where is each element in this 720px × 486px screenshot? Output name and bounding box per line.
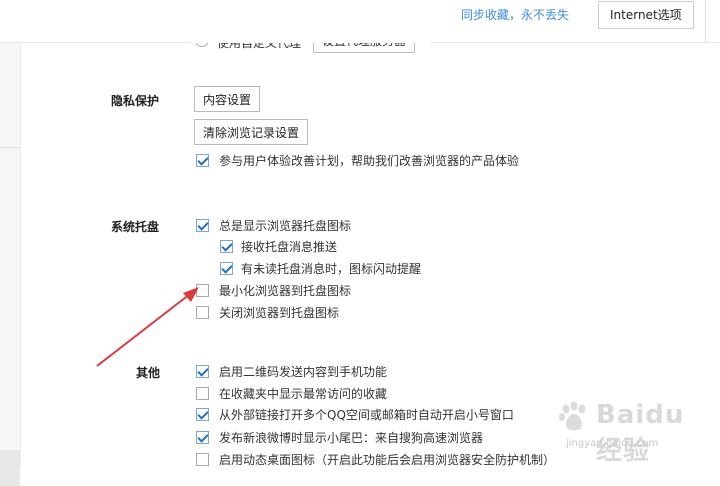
alt-account-row[interactable]: 从外部链接打开多个QQ空间或邮箱时自动开启小号窗口 [196,406,514,422]
watermark-text: Baidu 经验 [596,400,685,466]
scroll-clip [190,29,430,43]
alt-account-checkbox[interactable] [196,407,209,421]
tray-close-checkbox[interactable] [196,305,209,319]
qrcode-row[interactable]: 启用二维码发送内容到手机功能 [196,363,387,379]
dynamic-icon-label: 启用动态桌面图标（开启此功能后会启用浏览器安全防护机制） [219,452,556,467]
weibo-tail-row[interactable]: 发布新浪微博时显示小尾巴：来自搜狗高速浏览器 [196,429,483,445]
frequent-favorites-row[interactable]: 在收藏夹中显示最常访问的收藏 [196,385,387,401]
tray-blink-label: 有未读托盘消息时，图标闪动提醒 [241,261,422,276]
tray-close-label: 关闭浏览器到托盘图标 [219,305,340,320]
watermark: Baidu 经验 jingyan.baidu.com [556,398,706,466]
divider [705,0,706,42]
ux-plan-checkbox-row[interactable]: 参与用户体验改善计划，帮助我们改善浏览器的产品体验 [196,152,519,168]
weibo-tail-checkbox[interactable] [196,430,209,444]
watermark-url: jingyan.baidu.com [566,438,659,449]
qrcode-checkbox[interactable] [196,364,209,378]
tray-minimize-checkbox[interactable] [196,283,209,297]
internet-options-button[interactable]: Internet选项 [598,1,694,29]
baidu-paw-icon [559,401,586,431]
tray-minimize-label: 最小化浏览器到托盘图标 [219,283,352,298]
left-nav-divider [0,147,20,148]
tray-receive-push-row[interactable]: 接收托盘消息推送 [220,238,337,254]
left-nav-panel [0,43,21,486]
tray-section-label: 系统托盘 [111,220,160,234]
weibo-tail-label: 发布新浪微博时显示小尾巴：来自搜狗高速浏览器 [219,430,484,445]
tray-show-icon-row[interactable]: 总是显示浏览器托盘图标 [196,217,351,233]
content-settings-button[interactable]: 内容设置 [194,86,261,112]
tray-blink-checkbox[interactable] [220,261,233,275]
left-nav-selected-item[interactable] [0,450,20,486]
frequent-favorites-checkbox[interactable] [196,386,209,400]
tray-show-icon-checkbox[interactable] [196,218,209,232]
other-section-label: 其他 [136,366,161,380]
qrcode-label: 启用二维码发送内容到手机功能 [219,364,388,379]
tray-blink-row[interactable]: 有未读托盘消息时，图标闪动提醒 [220,260,421,276]
dynamic-icon-row[interactable]: 启用动态桌面图标（开启此功能后会启用浏览器安全防护机制） [196,451,555,467]
tray-receive-push-checkbox[interactable] [220,239,233,253]
tray-minimize-row[interactable]: 最小化浏览器到托盘图标 [196,282,351,298]
dynamic-icon-checkbox[interactable] [196,452,209,466]
privacy-section-label: 隐私保护 [111,94,160,108]
tray-show-icon-label: 总是显示浏览器托盘图标 [219,218,352,233]
ux-plan-label: 参与用户体验改善计划，帮助我们改善浏览器的产品体验 [219,153,520,168]
alt-account-label: 从外部链接打开多个QQ空间或邮箱时自动开启小号窗口 [219,407,514,422]
clear-history-settings-button[interactable]: 清除浏览记录设置 [194,119,309,145]
tray-receive-push-label: 接收托盘消息推送 [241,239,338,254]
sync-favorites-link[interactable]: 同步收藏，永不丢失 [461,6,569,23]
ux-plan-checkbox[interactable] [196,153,209,167]
frequent-favorites-label: 在收藏夹中显示最常访问的收藏 [219,386,388,401]
tray-close-row[interactable]: 关闭浏览器到托盘图标 [196,304,339,320]
